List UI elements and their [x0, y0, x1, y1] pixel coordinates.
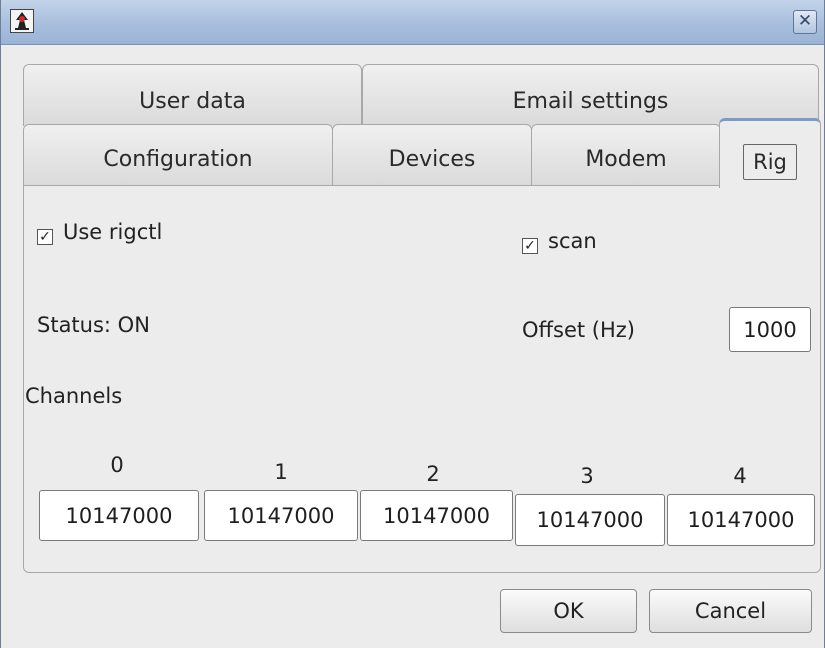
- channel-0-input[interactable]: [39, 490, 199, 541]
- offset-input[interactable]: [729, 307, 811, 352]
- close-icon: ✕: [797, 11, 813, 31]
- close-button[interactable]: ✕: [793, 10, 817, 34]
- offset-label: Offset (Hz): [522, 318, 635, 342]
- use-rigctl-checkbox[interactable]: ✓ Use rigctl: [37, 219, 162, 245]
- tab-configuration[interactable]: Configuration: [23, 124, 333, 186]
- channel-4-label: 4: [733, 464, 747, 488]
- tab-rig[interactable]: Rig: [719, 118, 821, 188]
- scan-check-icon[interactable]: ✓: [522, 238, 538, 254]
- java-duke-icon: [10, 9, 34, 33]
- title-bar[interactable]: ✕: [1, 0, 824, 45]
- channel-1-input[interactable]: [204, 490, 358, 541]
- tab-devices[interactable]: Devices: [332, 124, 532, 186]
- scan-checkbox[interactable]: ✓ scan: [522, 228, 597, 254]
- use-rigctl-label: Use rigctl: [63, 220, 163, 244]
- tab-email-settings[interactable]: Email settings: [362, 64, 819, 126]
- java-duke-icon-graphic: [15, 12, 29, 30]
- channel-0-label: 0: [110, 453, 124, 477]
- channel-1-label: 1: [274, 460, 288, 484]
- use-rigctl-check-icon[interactable]: ✓: [37, 229, 53, 245]
- tab-modem[interactable]: Modem: [531, 124, 721, 186]
- cancel-button[interactable]: Cancel: [649, 589, 812, 633]
- tab-user-data[interactable]: User data: [23, 64, 362, 126]
- channel-4-input[interactable]: [667, 494, 815, 546]
- channel-2-label: 2: [426, 462, 440, 486]
- dialog-window: ✕ User data Email settings Configuration…: [0, 0, 825, 648]
- channel-3-input[interactable]: [515, 494, 665, 546]
- scan-label: scan: [548, 229, 597, 253]
- status-text: Status: ON: [37, 313, 150, 337]
- ok-button[interactable]: OK: [500, 589, 637, 633]
- tab-rig-label: Rig: [743, 144, 797, 180]
- channels-label: Channels: [25, 384, 123, 408]
- channel-3-label: 3: [580, 464, 594, 488]
- channel-2-input[interactable]: [360, 490, 513, 541]
